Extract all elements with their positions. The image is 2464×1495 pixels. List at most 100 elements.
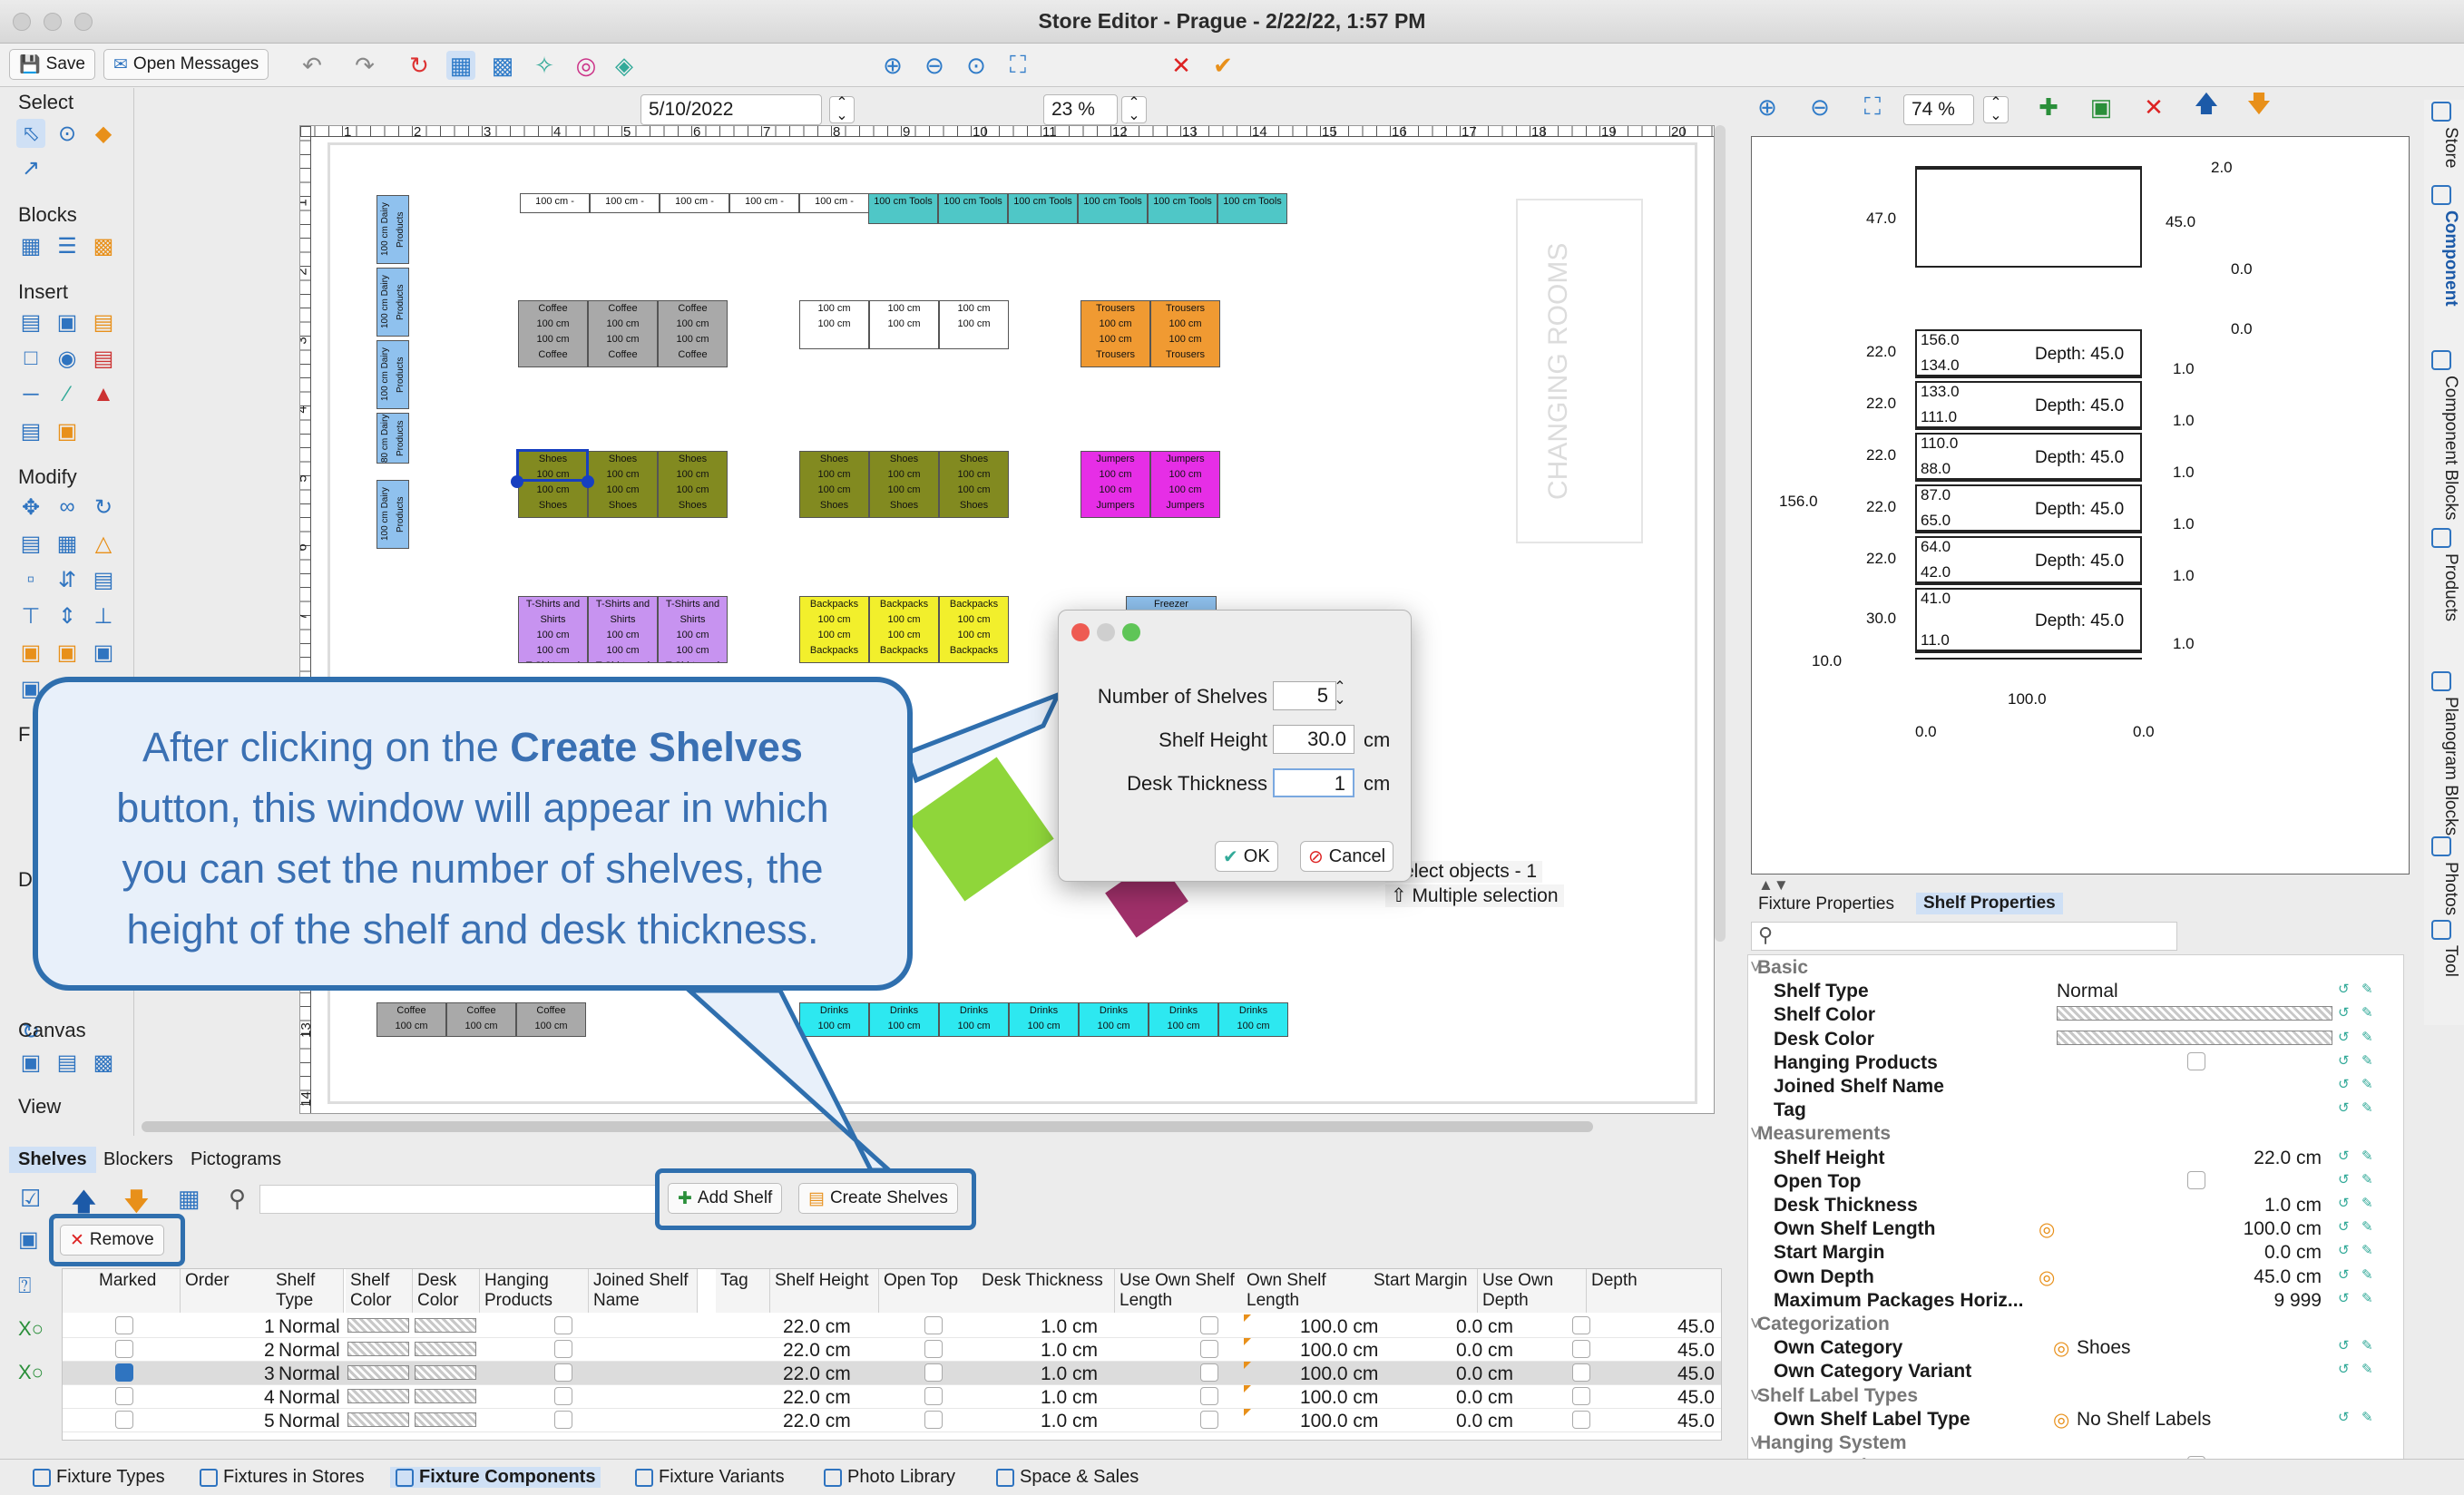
shoes-shelf[interactable]: Shoes 100 cm 100 cm Shoes [658,451,728,518]
table-row[interactable]: 2 Normal 22.0 cm 1.0 cm 100.0 cm 0.0 cm 45.0 [63,1338,1721,1362]
selection-handle-right[interactable] [582,475,594,488]
property-row[interactable]: Shelf Type Normal ↺ ✎ [1748,979,2403,1002]
edit-icon[interactable]: ✎ [2361,1337,2373,1353]
drinks-shelf[interactable]: Drinks 100 cm [1149,1002,1218,1037]
column-header[interactable]: Desk Color [413,1269,480,1313]
table-row[interactable]: 5 Normal 22.0 cm 1.0 cm 100.0 cm 0.0 cm 45.0 [63,1409,1721,1432]
marked-checkbox[interactable] [115,1387,133,1405]
preview-zoom-field[interactable]: 74 % [1903,94,1974,125]
shelf-color-swatch[interactable] [347,1412,409,1427]
undo-icon[interactable]: ↶ [298,51,327,80]
tab-shelf-properties[interactable]: Shelf Properties [1916,893,2063,914]
canvas-grid-icon[interactable]: ▩ [89,1048,118,1077]
hook-shelf[interactable]: 100 cm - Hook5 [799,193,869,213]
edit-icon[interactable]: ✎ [2361,1242,2373,1258]
use-own-length-checkbox[interactable] [1200,1387,1218,1405]
side-tab-products[interactable]: Products [2430,553,2460,621]
tools-shelf[interactable]: 100 cm Tools [868,193,938,224]
property-row[interactable]: Shelf Color ↺ ✎ [1748,1002,2403,1026]
insert-fixture-icon[interactable]: ▤ [16,308,45,337]
reset-icon[interactable]: ↺ [2338,1195,2350,1211]
shelves-stepper[interactable]: ⌃ ⌄ [1331,680,1349,710]
reset-icon[interactable]: ↺ [2338,1218,2350,1235]
shelf-color-swatch[interactable] [347,1389,409,1403]
checklist-icon[interactable]: ☑ [20,1185,51,1216]
coffee-shelf[interactable]: Coffee 100 cm [516,1002,586,1037]
bottom-tab-photo-library[interactable]: Photo Library [824,1467,955,1488]
redo-icon[interactable]: ↷ [350,51,379,80]
preview-zoom-stepper[interactable]: ⌃ ⌄ [1983,96,2009,123]
drinks-shelf[interactable]: Drinks 100 cm [799,1002,869,1037]
property-value[interactable]: 0.0 cm [2264,1242,2322,1264]
create-shelves-button[interactable]: ▤ Create Shelves [798,1183,958,1214]
edit-icon[interactable]: ✎ [2361,1052,2373,1069]
property-value[interactable]: No Shelf Labels [2077,1409,2211,1431]
bottom-tab-fixture-types[interactable]: Fixture Types [33,1467,165,1488]
desk-thickness-input[interactable]: 1 [1273,768,1354,797]
coffee-shelf[interactable]: Coffee 100 cm 100 cm Coffee [588,300,658,367]
select-tool-icon[interactable]: ⬁ [16,119,45,148]
mirror-icon[interactable]: △ [89,529,118,558]
canvas-resize-icon[interactable]: ▣ [16,1048,45,1077]
preview-add-icon[interactable]: ✚ [2034,93,2063,122]
spread-icon[interactable]: ⇕ [53,601,82,630]
use-own-length-checkbox[interactable] [1200,1316,1218,1334]
side-tab-photos[interactable]: Photos [2430,862,2460,915]
shoes-shelf[interactable]: Shoes 100 cm 100 cm Shoes [869,451,939,518]
tshirts-shelf[interactable]: T-Shirts and Shirts 100 cm 100 cm T-Shirts … [518,596,588,663]
reset-icon[interactable]: ↺ [2338,981,2350,997]
group-icon[interactable]: ▣ [16,638,45,667]
side-tab-component[interactable]: Component [2430,210,2460,307]
coffee-shelf[interactable]: Coffee 100 cm [446,1002,516,1037]
blocks-icon[interactable]: ▦ [16,231,45,260]
property-value[interactable]: 100.0 cm [2244,1218,2322,1240]
empty-shelf[interactable]: 100 cm 100 cm [869,300,939,349]
trousers-shelf[interactable]: Trousers 100 cm 100 cm Trousers [1080,300,1150,367]
zoom-out-icon[interactable]: ⊖ [920,51,949,80]
property-row[interactable]: Shelf Height 22.0 cm ↺ ✎ [1748,1146,2403,1169]
date-field[interactable]: 5/10/2022 [640,94,822,125]
hook-shelf[interactable]: 100 cm - Hook1 [520,193,590,213]
property-color-swatch[interactable] [2057,1030,2332,1045]
desk-color-swatch[interactable] [415,1389,476,1403]
hook-shelf[interactable]: 100 cm - Hook3 [660,193,729,213]
splitter-arrows[interactable]: ▲▼ [1758,876,1789,894]
date-stepper[interactable]: ⌃ ⌄ [829,96,855,123]
reset-icon[interactable]: ↺ [2338,1004,2350,1021]
align-bottom-icon[interactable]: ▫ [16,565,45,594]
edit-icon[interactable]: ✎ [2361,981,2373,997]
marked-checkbox[interactable] [115,1363,133,1382]
reset-icon[interactable]: ↺ [2338,1242,2350,1258]
column-header[interactable]: Open Top [879,1269,979,1313]
grid-search-input[interactable] [259,1185,659,1214]
point-select-icon[interactable]: ⊙ [53,119,82,148]
hook-shelf[interactable]: 100 cm - Hook2 [590,193,660,213]
edit-icon[interactable]: ✎ [2361,1029,2373,1045]
confirm-icon[interactable]: ✔ [1208,51,1237,80]
use-own-depth-checkbox[interactable] [1572,1411,1590,1429]
use-own-depth-checkbox[interactable] [1572,1340,1590,1358]
hanging-checkbox[interactable] [554,1340,572,1358]
preview-zoom-out-icon[interactable]: ⊖ [1805,93,1834,122]
reset-icon[interactable]: ↺ [2338,1171,2350,1187]
tools-shelf[interactable]: 100 cm Tools [1078,193,1148,224]
hanging-checkbox[interactable] [554,1387,572,1405]
zoom-stepper[interactable]: ⌃ ⌄ [1121,96,1147,123]
table-row[interactable]: 1 Normal 22.0 cm 1.0 cm 100.0 cm 0.0 cm 45.0 [63,1314,1721,1338]
use-own-depth-checkbox[interactable] [1572,1316,1590,1334]
use-own-depth-checkbox[interactable] [1572,1387,1590,1405]
order-icon[interactable]: ▣ [89,638,118,667]
zoom-fit-icon[interactable]: ⊙ [962,51,991,80]
drinks-shelf[interactable]: Drinks 100 cm [939,1002,1009,1037]
insert-stack-icon[interactable]: ▤ [89,308,118,337]
desk-color-swatch[interactable] [415,1412,476,1427]
column-header[interactable]: Use Own Depth [1478,1269,1587,1313]
canvas-vertical-scrollbar[interactable] [1715,125,1726,942]
edit-icon[interactable]: ✎ [2361,1004,2373,1021]
add-shelf-button[interactable]: ✚ Add Shelf [668,1183,783,1214]
connect-icon[interactable]: ✧ [530,51,559,80]
drinks-shelf[interactable]: Drinks 100 cm [1218,1002,1288,1037]
edit-icon[interactable]: ✎ [2361,1195,2373,1211]
ok-button[interactable]: ✔ OK [1215,841,1278,872]
history-icon[interactable]: ↻ [405,51,434,80]
